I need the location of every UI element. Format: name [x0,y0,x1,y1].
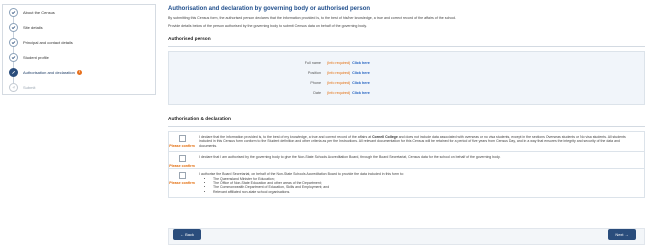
please-confirm-label: Please confirm [169,144,195,148]
step-label: About the Census [23,10,55,15]
declaration-item: Please confirm I declare that I am autho… [169,152,644,170]
step-submit: Submit [3,80,155,95]
arrow-right-icon: → [623,232,629,237]
next-button[interactable]: Next → [608,229,636,240]
step-label: Submit [23,85,36,90]
warning-icon: ! [76,70,82,75]
section-heading-authorised-person: Authorised person [168,37,211,42]
required-status: (Info required) [327,61,351,65]
divider [168,126,645,127]
declaration-item: Please confirm I declare that the inform… [169,132,644,153]
divider [168,46,645,47]
field-full-name: Full name (Info required) Click here [169,58,644,68]
field-phone: Phone (Info required) Click here [169,78,644,88]
required-status: (Info required) [327,71,351,75]
recipient-list: The Queensland Minister for Education; T… [213,177,638,195]
step-complete-icon [9,8,18,17]
intro-text: By submitting this Census form, the auth… [168,16,457,20]
declaration-text: I declare that I am authorised by the go… [199,155,501,160]
declaration-checkbox[interactable] [178,135,186,142]
required-status: (Info required) [327,81,351,85]
field-position: Position (Info required) Click here [169,68,644,78]
pencil-icon [9,68,18,77]
page-title: Authorisation and declaration by governi… [168,6,371,12]
step-site-details[interactable]: Site details [3,20,155,38]
click-here-link[interactable]: Click here [352,91,370,95]
declaration-checkbox[interactable] [178,155,186,163]
step-label: Authorisation and declaration [23,70,75,75]
step-label: Principal and contact details [23,40,73,45]
field-label: Full name [304,61,321,65]
step-complete-icon [9,38,18,47]
declaration-text: I authorise the Board Secretariat, on be… [195,169,644,197]
please-confirm-label: Please confirm [169,164,195,169]
navigation-bar: ← Back Next → [168,228,645,245]
section-heading-declaration: Authorisation & declaration [168,117,231,122]
progress-sidebar: About the Census Site details Principal … [2,4,156,95]
declaration-text: I declare that the information provided … [199,135,626,148]
step-label: Student profile [23,55,49,60]
declaration-panel: Please confirm I declare that the inform… [168,131,645,199]
intro-text: Provide details below of the person auth… [168,24,367,28]
step-about-census[interactable]: About the Census [3,5,155,23]
main-content: Authorisation and declaration by governi… [168,4,645,199]
click-here-link[interactable]: Click here [352,71,370,75]
click-here-link[interactable]: Click here [352,61,370,65]
step-label: Site details [23,25,43,30]
click-here-link[interactable]: Click here [352,81,370,85]
field-label: Position [307,71,321,75]
step-authorisation[interactable]: Authorisation and declaration ! [3,65,155,83]
back-button[interactable]: ← Back [173,229,201,240]
required-status: (Info required) [327,91,351,95]
step-complete-icon [9,53,18,62]
declaration-checkbox[interactable] [178,172,186,180]
field-label: Date [313,91,321,95]
please-confirm-label: Please confirm [169,181,195,186]
list-item: Relevant affiliated non-state school org… [213,190,638,194]
school-name: Cornell College [372,135,398,139]
step-principal-contact[interactable]: Principal and contact details [3,35,155,53]
authorised-person-panel: Full name (Info required) Click here Pos… [168,51,645,105]
field-date: Date (Info required) Click here [169,88,644,98]
declaration-item: Please confirm I authorise the Board Sec… [169,169,644,197]
step-student-profile[interactable]: Student profile [3,50,155,68]
step-complete-icon [9,23,18,32]
send-icon [9,83,18,92]
field-label: Phone [310,81,321,85]
